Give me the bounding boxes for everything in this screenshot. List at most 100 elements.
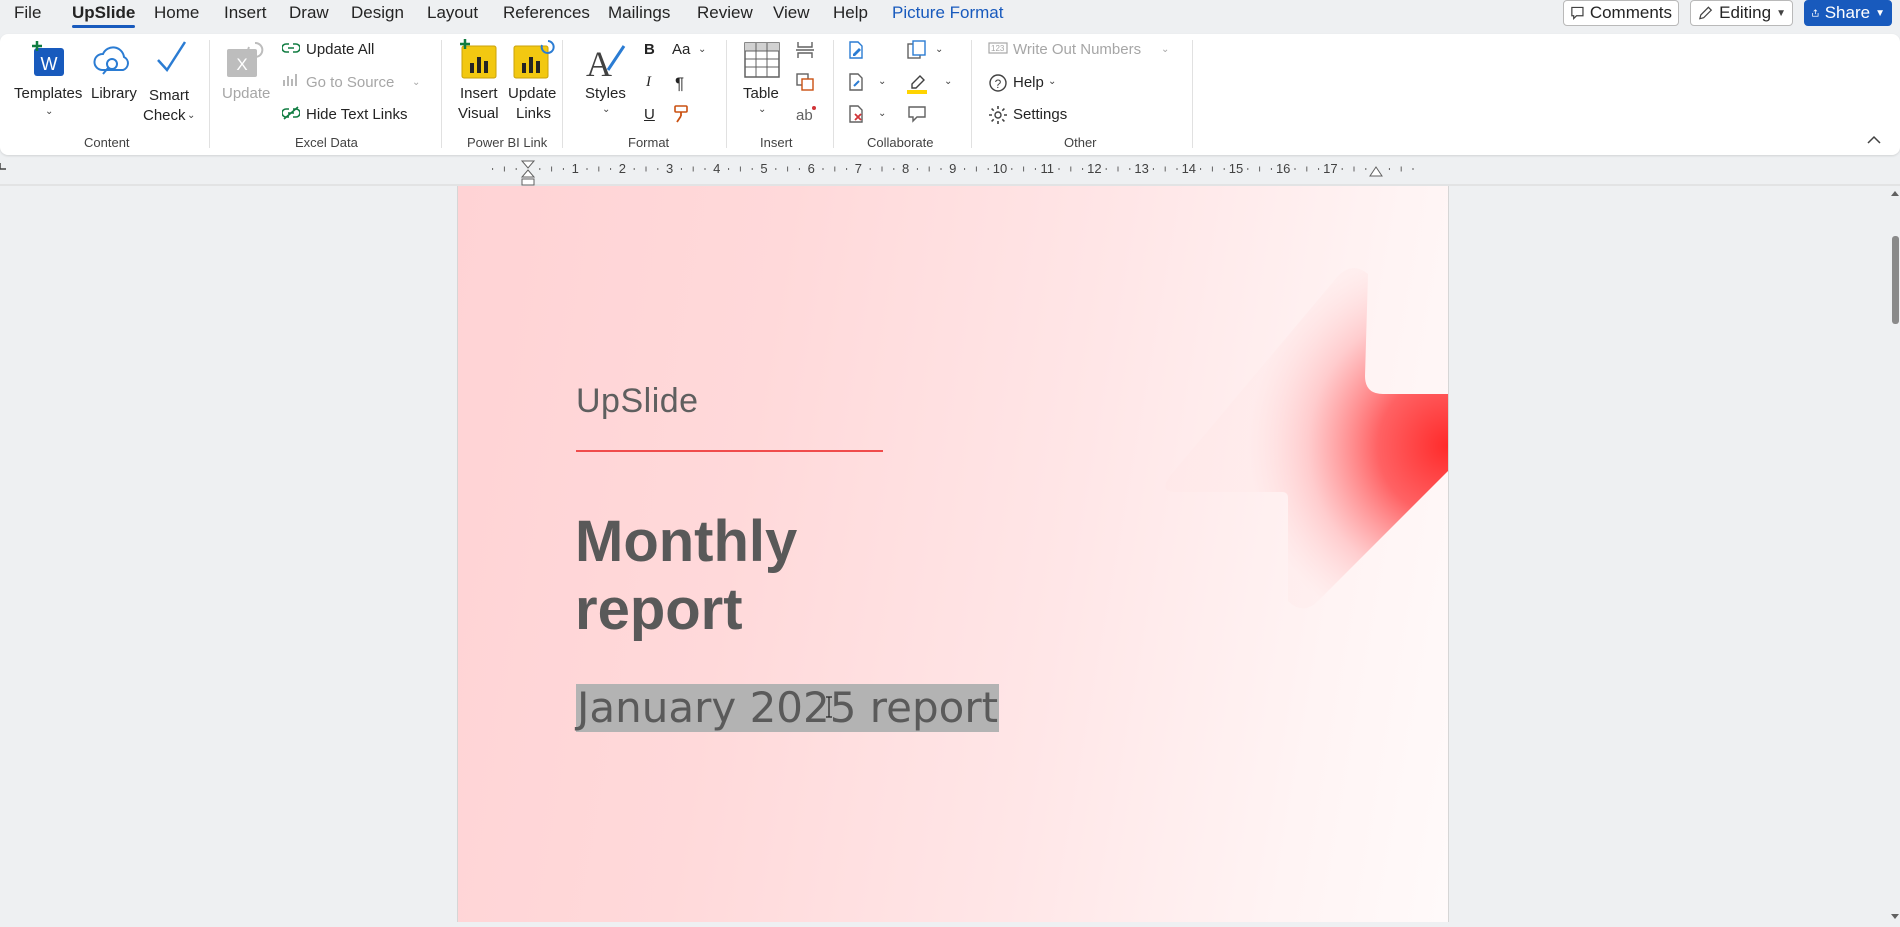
comments-button[interactable]: Comments <box>1563 0 1679 26</box>
settings-label: Settings <box>1013 106 1068 123</box>
ruler-number: 12 <box>1087 161 1102 176</box>
edit-document-icon[interactable] <box>846 40 866 60</box>
update-all-label: Update All <box>306 41 375 58</box>
table-icon <box>744 42 780 78</box>
menu-file[interactable]: File <box>14 3 41 23</box>
indent-marker-icon[interactable] <box>520 160 536 186</box>
hide-text-links-label: Hide Text Links <box>306 106 408 123</box>
chevron-down-icon: ⌄ <box>1048 76 1057 87</box>
brand-name: UpSlide <box>576 382 699 420</box>
go-to-source-label: Go to Source <box>306 74 395 91</box>
right-indent-marker-icon[interactable] <box>1368 166 1384 178</box>
chevron-down-icon: ⌄ <box>878 76 887 87</box>
brand-divider <box>576 450 883 452</box>
chevron-down-icon: ▼ <box>1875 7 1885 19</box>
menu-help[interactable]: Help <box>833 3 868 23</box>
numbers-icon: 123 <box>988 42 1008 54</box>
smart-check-label-2: Check <box>143 107 186 124</box>
ruler-number: 15 <box>1228 161 1244 176</box>
cloud-library-icon <box>93 46 129 75</box>
menu-layout[interactable]: Layout <box>427 3 478 23</box>
document-page[interactable]: UpSlide Monthly report January 2025 repo… <box>457 186 1449 922</box>
reject-document-icon <box>849 105 863 123</box>
document-title-line1: Monthly <box>575 509 798 574</box>
svg-text:X: X <box>236 55 247 74</box>
copy-section-icon[interactable] <box>795 72 815 92</box>
share-button[interactable]: Share ▼ <box>1804 0 1892 26</box>
link-icon <box>282 43 300 53</box>
ruler-number: 8 <box>901 161 910 176</box>
group-label-other: Other <box>1064 135 1097 150</box>
italic-button[interactable]: I <box>646 74 651 91</box>
write-out-numbers-label: Write Out Numbers <box>1013 41 1142 58</box>
group-label-format: Format <box>628 135 670 150</box>
svg-text:A: A <box>586 44 612 82</box>
group-label-power-bi-link: Power BI Link <box>467 135 548 150</box>
group-separator <box>441 40 442 148</box>
group-label-content: Content <box>84 135 130 150</box>
svg-text:123: 123 <box>991 44 1005 53</box>
ruler-number: 14 <box>1181 161 1197 176</box>
page-break-icon[interactable] <box>795 40 815 60</box>
checkmark-icon <box>157 41 187 73</box>
ribbon: W Templates ⌄ Library Smart Check ⌄ Cont… <box>0 34 1900 155</box>
chevron-down-icon: ⌄ <box>187 110 196 121</box>
share-label: Share <box>1824 3 1871 22</box>
table-label: Table <box>743 85 779 102</box>
scrollbar-track <box>1891 191 1899 919</box>
excel-update-icon: X <box>227 41 264 77</box>
gear-icon <box>989 106 1007 124</box>
group-separator <box>562 40 563 148</box>
ruler-number: 2 <box>618 161 627 176</box>
pencil-icon <box>1699 6 1713 20</box>
chart-source-icon <box>283 74 297 86</box>
highlighter-icon <box>907 75 927 94</box>
group-separator <box>971 40 972 148</box>
editing-mode-button[interactable]: Editing ▼ <box>1690 0 1793 26</box>
menu-review[interactable]: Review <box>697 3 753 23</box>
bold-button[interactable]: B <box>644 41 655 58</box>
menu-references[interactable]: References <box>503 3 590 23</box>
menu-view[interactable]: View <box>773 3 810 23</box>
update-links-label-2: Links <box>516 105 552 122</box>
comment-icon <box>1571 6 1584 21</box>
text-cursor-icon <box>826 696 832 718</box>
word-template-icon: W <box>32 41 64 76</box>
menu-upslide[interactable]: UpSlide <box>72 3 136 28</box>
update-links-label-1: Update <box>508 85 557 102</box>
ruler-number: 11 <box>1040 161 1054 176</box>
pilcrow-button[interactable]: ¶ <box>675 74 684 94</box>
underline-button[interactable]: U <box>644 106 655 123</box>
insert-visual-label-2: Visual <box>458 105 499 122</box>
ruler-number: 5 <box>760 161 768 176</box>
menu-mailings[interactable]: Mailings <box>608 3 670 23</box>
spelling-icon[interactable]: ab <box>795 104 817 124</box>
help-label: Help <box>1013 74 1044 91</box>
menu-home[interactable]: Home <box>154 3 199 23</box>
chevron-down-icon: ⌄ <box>1161 44 1170 55</box>
ruler-number: 4 <box>713 161 721 176</box>
help-icon: ? <box>989 74 1007 92</box>
share-icon <box>1812 9 1819 17</box>
svg-text:ab: ab <box>796 107 813 124</box>
chevron-down-icon: ⌄ <box>412 77 421 88</box>
menu-insert[interactable]: Insert <box>224 3 267 23</box>
compare-documents-icon <box>907 40 926 59</box>
format-painter-icon[interactable] <box>672 104 692 124</box>
powerbi-insert-icon <box>460 39 497 79</box>
group-separator <box>726 40 727 148</box>
vertical-scrollbar[interactable] <box>1890 188 1900 922</box>
comments-label: Comments <box>1589 3 1672 22</box>
templates-label: Templates <box>14 85 83 102</box>
update-label: Update <box>222 85 271 102</box>
menu-draw[interactable]: Draw <box>289 3 329 23</box>
selected-subtitle[interactable]: January 2025 report <box>576 684 1000 732</box>
menu-picture-format[interactable]: Picture Format <box>892 3 1003 23</box>
powerbi-update-icon <box>513 40 555 79</box>
collapse-ribbon-icon[interactable] <box>1866 134 1882 146</box>
chevron-down-icon: ⌄ <box>944 76 953 87</box>
comment-insert-icon[interactable] <box>906 104 928 124</box>
group-separator <box>833 40 834 148</box>
chevron-down-icon: ⌄ <box>698 44 707 55</box>
menu-design[interactable]: Design <box>351 3 404 23</box>
